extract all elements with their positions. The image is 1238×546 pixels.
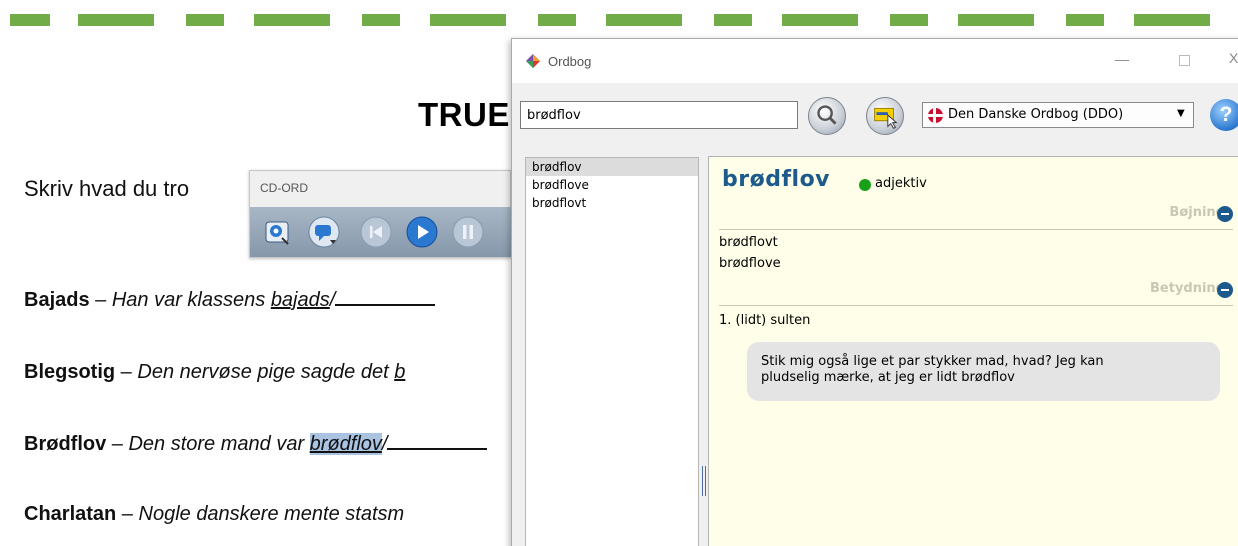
speech-bubble-icon[interactable] bbox=[308, 216, 340, 248]
exercise-line[interactable]: Bajads – Han var klassens bajads/ bbox=[24, 288, 436, 312]
section-divider bbox=[719, 305, 1233, 306]
example-text-line: Stik mig også lige et par stykker mad, h… bbox=[761, 354, 1104, 369]
maximize-button[interactable] bbox=[1179, 55, 1190, 66]
pick-word-icon bbox=[874, 107, 898, 129]
exercise-term: Charlatan bbox=[24, 503, 117, 525]
example-bubble: Stik mig også lige et par stykker mad, h… bbox=[747, 342, 1220, 401]
exercise-sentence: Han var klassens bbox=[111, 289, 271, 311]
app-logo-icon bbox=[526, 54, 540, 68]
play-icon[interactable] bbox=[406, 216, 438, 248]
exercise-sentence: Den store mand var bbox=[128, 433, 310, 455]
dictionary-selected: Den Danske Ordbog (DDO) bbox=[948, 107, 1124, 122]
selected-word[interactable]: brødflov bbox=[309, 433, 382, 455]
dashed-divider bbox=[0, 14, 1238, 26]
dictionary-select[interactable]: Den Danske Ordbog (DDO) ▼ bbox=[922, 102, 1194, 128]
answer-blank[interactable] bbox=[335, 288, 436, 306]
word-class-dot bbox=[859, 179, 871, 191]
skip-back-icon[interactable] bbox=[360, 216, 392, 248]
exercise-sentence: Den nervøse pige sagde det bbox=[137, 361, 395, 383]
exercise-line[interactable]: Blegsotig – Den nervøse pige sagde det b bbox=[24, 361, 405, 384]
collapse-icon[interactable] bbox=[1217, 282, 1233, 298]
list-item[interactable]: brødflove bbox=[526, 176, 698, 194]
close-button[interactable]: X bbox=[1229, 50, 1238, 66]
exercise-term: Bajads bbox=[24, 289, 90, 311]
exercise-line[interactable]: Charlatan – Nogle danskere mente statsm bbox=[24, 503, 404, 526]
exercise-term: Brødflov bbox=[24, 433, 107, 455]
part-of-speech: adjektiv bbox=[875, 176, 927, 191]
dash: – bbox=[115, 361, 138, 383]
word-list[interactable]: brødflov brødflove brødflovt bbox=[525, 157, 699, 546]
document-prompt: Skriv hvad du tro bbox=[24, 176, 190, 201]
exercise-line[interactable]: Brødflov – Den store mand var brødflov/ bbox=[24, 432, 488, 456]
meaning-heading: Betydning bbox=[1150, 281, 1225, 296]
entry-panel: brødflov adjektiv Bøjning brødflovt brød… bbox=[708, 156, 1238, 546]
list-item[interactable]: brødflovt bbox=[526, 194, 698, 212]
cdord-title: CD-ORD bbox=[260, 181, 308, 195]
inflection-form: brødflovt bbox=[719, 235, 778, 250]
section-divider bbox=[719, 229, 1233, 230]
dash: – bbox=[116, 503, 139, 525]
list-item[interactable]: brødflov bbox=[526, 158, 698, 176]
pane-splitter[interactable] bbox=[702, 466, 706, 496]
cdord-button-bar bbox=[250, 207, 512, 257]
document-title: TRUE bbox=[418, 96, 510, 133]
danish-flag-icon bbox=[928, 108, 943, 123]
headword: brødflov bbox=[722, 167, 831, 192]
search-button[interactable] bbox=[808, 97, 846, 135]
dash: – bbox=[89, 289, 112, 311]
exercise-word: b bbox=[394, 361, 406, 383]
dash: – bbox=[106, 433, 129, 455]
definition: 1. (lidt) sulten bbox=[719, 313, 811, 328]
minimize-button[interactable]: — bbox=[1115, 51, 1129, 67]
collapse-icon[interactable] bbox=[1217, 206, 1233, 222]
ordbog-window: Ordbog — X Den Danske Ordbog (DDO) ▼ ? b… bbox=[511, 38, 1238, 546]
magnifier-icon bbox=[817, 105, 837, 125]
settings-icon[interactable] bbox=[262, 216, 294, 248]
window-title: Ordbog bbox=[548, 54, 592, 69]
pause-icon[interactable] bbox=[452, 216, 484, 248]
inflection-form: brødflove bbox=[719, 256, 781, 271]
title-bar[interactable]: Ordbog — X bbox=[512, 39, 1238, 83]
cdord-toolbar[interactable]: CD-ORD bbox=[249, 170, 512, 258]
example-text-line: pludselig mærke, at jeg er lidt brødflov bbox=[761, 370, 1015, 385]
exercise-term: Blegsotig bbox=[24, 361, 116, 383]
search-input[interactable] bbox=[520, 101, 798, 129]
exercise-sentence: Nogle danskere mente statsm bbox=[138, 503, 405, 525]
answer-blank[interactable] bbox=[387, 432, 488, 450]
chevron-down-icon: ▼ bbox=[1177, 108, 1185, 119]
pick-word-button[interactable] bbox=[866, 97, 904, 135]
exercise-word: bajads bbox=[270, 289, 330, 311]
help-button[interactable]: ? bbox=[1210, 99, 1238, 131]
